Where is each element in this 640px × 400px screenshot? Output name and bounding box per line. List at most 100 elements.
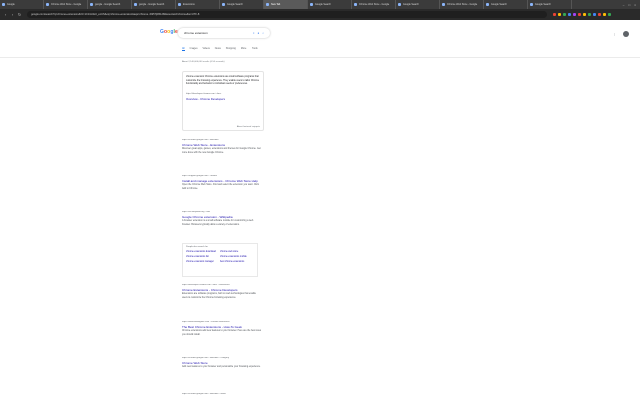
related-link[interactable]: chrome web store — [220, 251, 254, 253]
search-icon[interactable]: ⌕ — [262, 28, 264, 38]
search-result: https://support.google.com › chrome Insta… — [182, 175, 262, 191]
extension-icon[interactable] — [583, 13, 586, 16]
related-row: chrome extension manager best chrome exte… — [186, 261, 254, 263]
extension-icon[interactable] — [608, 13, 611, 16]
browser-tab[interactable]: Google Search — [396, 0, 440, 9]
tab-label: Chrome Web Store - Google — [447, 3, 478, 6]
extension-icon[interactable] — [593, 13, 596, 16]
extension-icon[interactable] — [588, 13, 591, 16]
browser-tab[interactable]: Extensions — [176, 0, 220, 9]
browser-tab[interactable]: Google — [0, 0, 44, 9]
tab-label: Chrome Web Store - Google — [359, 3, 390, 6]
extension-icon[interactable] — [568, 13, 571, 16]
result-url: https://developer.chrome.com › docs › ex… — [182, 284, 230, 286]
google-logo[interactable]: Google — [160, 29, 178, 35]
mic-icon[interactable]: ● — [258, 28, 260, 38]
search-query[interactable]: chrome extension — [184, 31, 208, 35]
results-stats: About 2,140,000,000 results (0.54 second… — [182, 61, 262, 63]
browser-tab[interactable]: Chrome Web Store - Google — [352, 0, 396, 9]
browser-tab[interactable]: google - Google Search — [132, 0, 176, 9]
browser-tab[interactable]: Google Search — [308, 0, 352, 9]
tab-images[interactable]: Images — [190, 47, 198, 51]
clear-icon[interactable]: × — [253, 28, 255, 38]
tab-label: Google Search — [315, 3, 331, 6]
forward-icon[interactable]: › — [10, 12, 15, 17]
related-row: chrome extensions download chrome web sto… — [186, 251, 254, 253]
related-link[interactable]: chrome extensions mobile — [220, 256, 254, 258]
extension-icon[interactable] — [558, 13, 561, 16]
related-link[interactable]: chrome extensions download — [186, 251, 220, 253]
tab-label: Google Search — [491, 3, 507, 6]
snippet-url: https://developer.chrome.com › docs — [186, 92, 222, 95]
back-icon[interactable]: ‹ — [3, 12, 8, 17]
result-description: Extensions are software programs, built … — [182, 293, 256, 299]
tab-all[interactable]: All — [182, 47, 185, 51]
result-url: https://chrome.google.com › webstore › c… — [182, 357, 229, 359]
extension-icon[interactable] — [553, 13, 556, 16]
browser-tab[interactable]: Google Search — [484, 0, 528, 9]
extension-icon[interactable] — [578, 13, 581, 16]
extension-icon[interactable] — [603, 13, 606, 16]
result-description: Add new features to your browser and per… — [182, 366, 261, 368]
search-result: https://chrome.google.com › webstore Chro… — [182, 139, 262, 155]
tab-more[interactable]: More — [241, 47, 246, 51]
result-title[interactable]: The Best Chrome Extensions - How-To Geek — [182, 325, 262, 329]
browser-tab[interactable]: Chrome Web Store - Google — [44, 0, 88, 9]
about-snippets-link[interactable]: About featured snippets — [237, 126, 260, 128]
tab-favicon-icon — [134, 3, 137, 6]
browser-tab[interactable]: Chrome Web Store - Google — [440, 0, 484, 9]
result-description: Open the Chrome Web Store. Find and sele… — [182, 184, 259, 190]
search-result: https://chrome.google.com › webstore › d… — [182, 393, 262, 398]
maximize-icon[interactable]: □ — [628, 3, 630, 7]
tab-shopping[interactable]: Shopping — [226, 47, 236, 51]
related-searches: People also search for chrome extensions… — [182, 243, 258, 277]
tab-favicon-icon — [46, 3, 49, 6]
minimize-icon[interactable]: – — [623, 3, 625, 7]
tab-label: Extensions — [183, 3, 195, 6]
result-title[interactable]: Install and manage extensions - Chrome W… — [182, 179, 262, 183]
related-link[interactable]: best chrome extensions — [220, 261, 254, 263]
tab-favicon-icon — [354, 3, 357, 6]
search-result: https://en.wikipedia.org › wiki Google Ch… — [182, 211, 262, 227]
snippet-link[interactable]: Overview - Chrome Developers — [186, 97, 260, 101]
search-tools: Tools — [252, 47, 258, 50]
tools-button[interactable]: Tools — [252, 47, 258, 50]
tab-label: Chrome Web Store - Google — [51, 3, 82, 6]
extension-icon[interactable] — [563, 13, 566, 16]
browser-tab[interactable]: google - Google Search — [88, 0, 132, 9]
reload-icon[interactable]: ↻ — [17, 12, 22, 17]
search-result: https://www.howtogeek.com › chrome-exten… — [182, 321, 262, 337]
extension-icon[interactable] — [598, 13, 601, 16]
tab-favicon-icon — [398, 3, 401, 6]
result-url: https://en.wikipedia.org › wiki — [182, 211, 210, 213]
extension-icon[interactable] — [573, 13, 576, 16]
search-tabs: All Images Videos News Shopping More — [182, 47, 246, 51]
apps-grid-icon[interactable]: ⋮ — [613, 32, 617, 36]
window-controls[interactable]: – □ × — [623, 3, 640, 7]
close-icon[interactable]: × — [634, 3, 636, 7]
tab-label: Google Search — [403, 3, 419, 6]
tab-favicon-icon — [222, 3, 225, 6]
result-title[interactable]: Chrome Extensions - Chrome Developers — [182, 288, 262, 292]
browser-tab[interactable]: New Tab — [264, 0, 308, 9]
avatar[interactable] — [623, 31, 629, 37]
browser-tab[interactable]: Google Search — [220, 0, 264, 9]
related-header: People also search for — [186, 246, 208, 248]
result-url: https://www.howtogeek.com › chrome-exten… — [182, 321, 230, 323]
result-title[interactable]: Google Chrome extension - Wikipedia — [182, 215, 262, 219]
tab-news[interactable]: News — [215, 47, 221, 51]
extension-icons[interactable] — [553, 13, 611, 16]
browser-tab[interactable]: Google Search — [528, 0, 572, 9]
result-title[interactable]: Chrome Web Store — [182, 361, 262, 365]
result-description: Discover great apps, games, extensions a… — [182, 148, 261, 154]
tab-videos[interactable]: Videos — [203, 47, 210, 51]
result-description: A browser extension is a small software … — [182, 220, 254, 226]
address-bar[interactable]: google.com/search?q=chrome+extension&rlz… — [27, 11, 547, 18]
related-link[interactable]: chrome extensions list — [186, 256, 220, 258]
search-input[interactable]: chrome extension × ● ⌕ — [178, 28, 270, 38]
result-title[interactable]: Chrome Web Store - Extensions — [182, 143, 262, 147]
browser-tab-strip: Google Chrome Web Store - Google google - … — [0, 0, 640, 9]
result-stats: About 2,140,000,000 results (0.54 second… — [182, 61, 225, 63]
related-link[interactable]: chrome extension manager — [186, 261, 220, 263]
result-url: https://chrome.google.com › webstore — [182, 139, 219, 141]
